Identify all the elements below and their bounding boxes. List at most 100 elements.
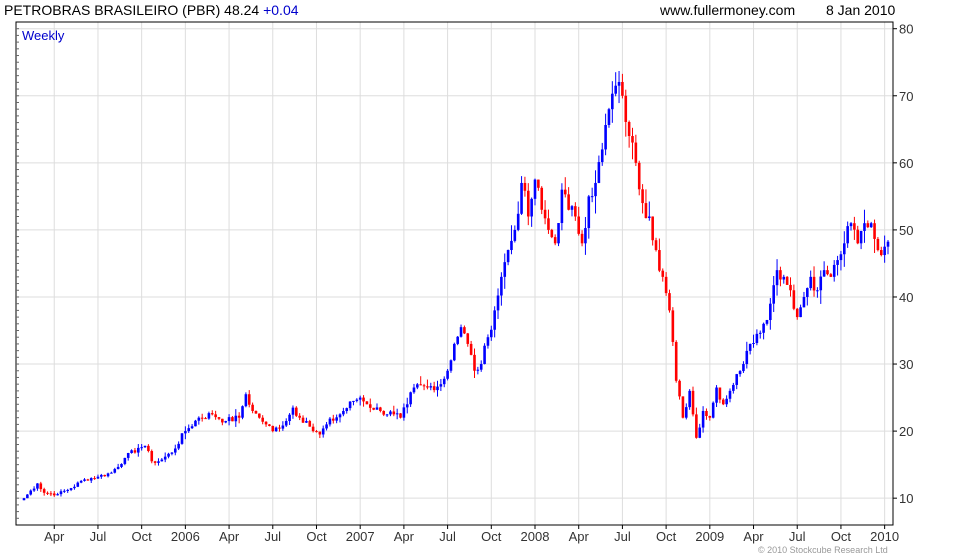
candle bbox=[513, 225, 517, 243]
candle-body bbox=[678, 380, 681, 397]
candle-body bbox=[86, 479, 90, 481]
candle-body bbox=[742, 364, 745, 372]
candle-body bbox=[738, 371, 742, 375]
candle bbox=[863, 209, 866, 243]
candle-body bbox=[197, 417, 201, 421]
candle-body bbox=[513, 229, 517, 241]
candle bbox=[362, 395, 365, 407]
candle bbox=[89, 477, 93, 484]
candle-body bbox=[836, 260, 839, 265]
candle bbox=[372, 407, 375, 411]
candle-body bbox=[133, 450, 137, 453]
candle bbox=[385, 413, 389, 418]
candle-body bbox=[769, 303, 772, 321]
candle bbox=[432, 381, 436, 393]
candle bbox=[728, 388, 732, 403]
candle-body bbox=[247, 394, 251, 405]
candle-body bbox=[708, 416, 712, 418]
candle bbox=[842, 231, 846, 267]
candle-body bbox=[140, 447, 143, 449]
candle bbox=[742, 361, 745, 373]
candle-body bbox=[76, 482, 80, 487]
candle-body bbox=[584, 228, 587, 244]
candle bbox=[621, 73, 624, 99]
y-tick-label: 70 bbox=[899, 89, 913, 104]
candle-body bbox=[42, 489, 46, 493]
candle bbox=[795, 307, 799, 320]
candle-body bbox=[748, 343, 752, 351]
candle-body bbox=[385, 414, 389, 416]
candle bbox=[826, 265, 829, 276]
candle bbox=[473, 348, 476, 378]
candle bbox=[876, 236, 880, 252]
candle bbox=[526, 183, 530, 226]
x-tick-label: 2008 bbox=[521, 529, 550, 544]
candle bbox=[634, 134, 638, 167]
candle bbox=[52, 491, 56, 497]
candle-body bbox=[574, 206, 577, 217]
candle-body bbox=[604, 124, 607, 150]
candle-body bbox=[234, 415, 238, 422]
candle-body bbox=[752, 343, 755, 345]
candle-body bbox=[648, 216, 651, 219]
candle-body bbox=[886, 241, 890, 247]
candle-body bbox=[859, 230, 863, 244]
x-tick-label: Jul bbox=[439, 529, 456, 544]
candle-body bbox=[819, 276, 823, 291]
candle-body bbox=[577, 216, 581, 234]
candle-body bbox=[100, 474, 103, 477]
candle-body bbox=[173, 448, 177, 453]
candle-body bbox=[382, 410, 386, 415]
x-tick-label: Oct bbox=[306, 529, 327, 544]
candle-body bbox=[732, 384, 735, 391]
candle bbox=[671, 307, 675, 347]
candle-body bbox=[863, 223, 866, 231]
candle bbox=[123, 457, 127, 466]
candle-body bbox=[237, 415, 241, 418]
candle-body bbox=[533, 179, 537, 199]
candle bbox=[157, 458, 160, 466]
candle-body bbox=[681, 396, 685, 418]
candle bbox=[86, 478, 90, 481]
candle-body bbox=[355, 399, 359, 401]
candle-body bbox=[526, 190, 530, 217]
candle-body bbox=[69, 488, 73, 490]
candle-body bbox=[116, 466, 120, 470]
candle-body bbox=[419, 384, 423, 386]
candle bbox=[358, 395, 362, 406]
candle-body bbox=[52, 493, 56, 496]
candle-body bbox=[661, 270, 665, 277]
candle-body bbox=[126, 453, 130, 458]
candle-body bbox=[153, 461, 157, 463]
candle-body bbox=[221, 418, 224, 423]
candle bbox=[832, 260, 836, 282]
candle-body bbox=[772, 285, 775, 304]
candle-body bbox=[671, 310, 675, 342]
candle bbox=[486, 334, 490, 349]
candle bbox=[36, 483, 39, 491]
candle bbox=[395, 408, 399, 420]
candle-body bbox=[130, 450, 133, 454]
candle-body bbox=[93, 478, 96, 480]
candle bbox=[594, 170, 597, 214]
candle bbox=[93, 476, 96, 480]
candle-body bbox=[22, 498, 26, 501]
candle bbox=[379, 406, 382, 413]
candle-body bbox=[194, 420, 197, 427]
candle bbox=[590, 187, 594, 203]
candle-body bbox=[479, 364, 483, 370]
candle-body bbox=[187, 428, 191, 432]
candle bbox=[732, 382, 735, 394]
candle bbox=[711, 401, 715, 419]
candle-body bbox=[147, 445, 150, 452]
period-label: Weekly bbox=[22, 28, 65, 43]
candle bbox=[846, 221, 849, 248]
candle-body bbox=[29, 490, 33, 495]
candle bbox=[210, 410, 214, 416]
candle bbox=[338, 413, 342, 423]
candle bbox=[580, 230, 584, 247]
x-tick-label: Oct bbox=[831, 529, 852, 544]
candle bbox=[237, 412, 241, 424]
candle-body bbox=[782, 276, 786, 280]
candle-body bbox=[200, 417, 204, 419]
